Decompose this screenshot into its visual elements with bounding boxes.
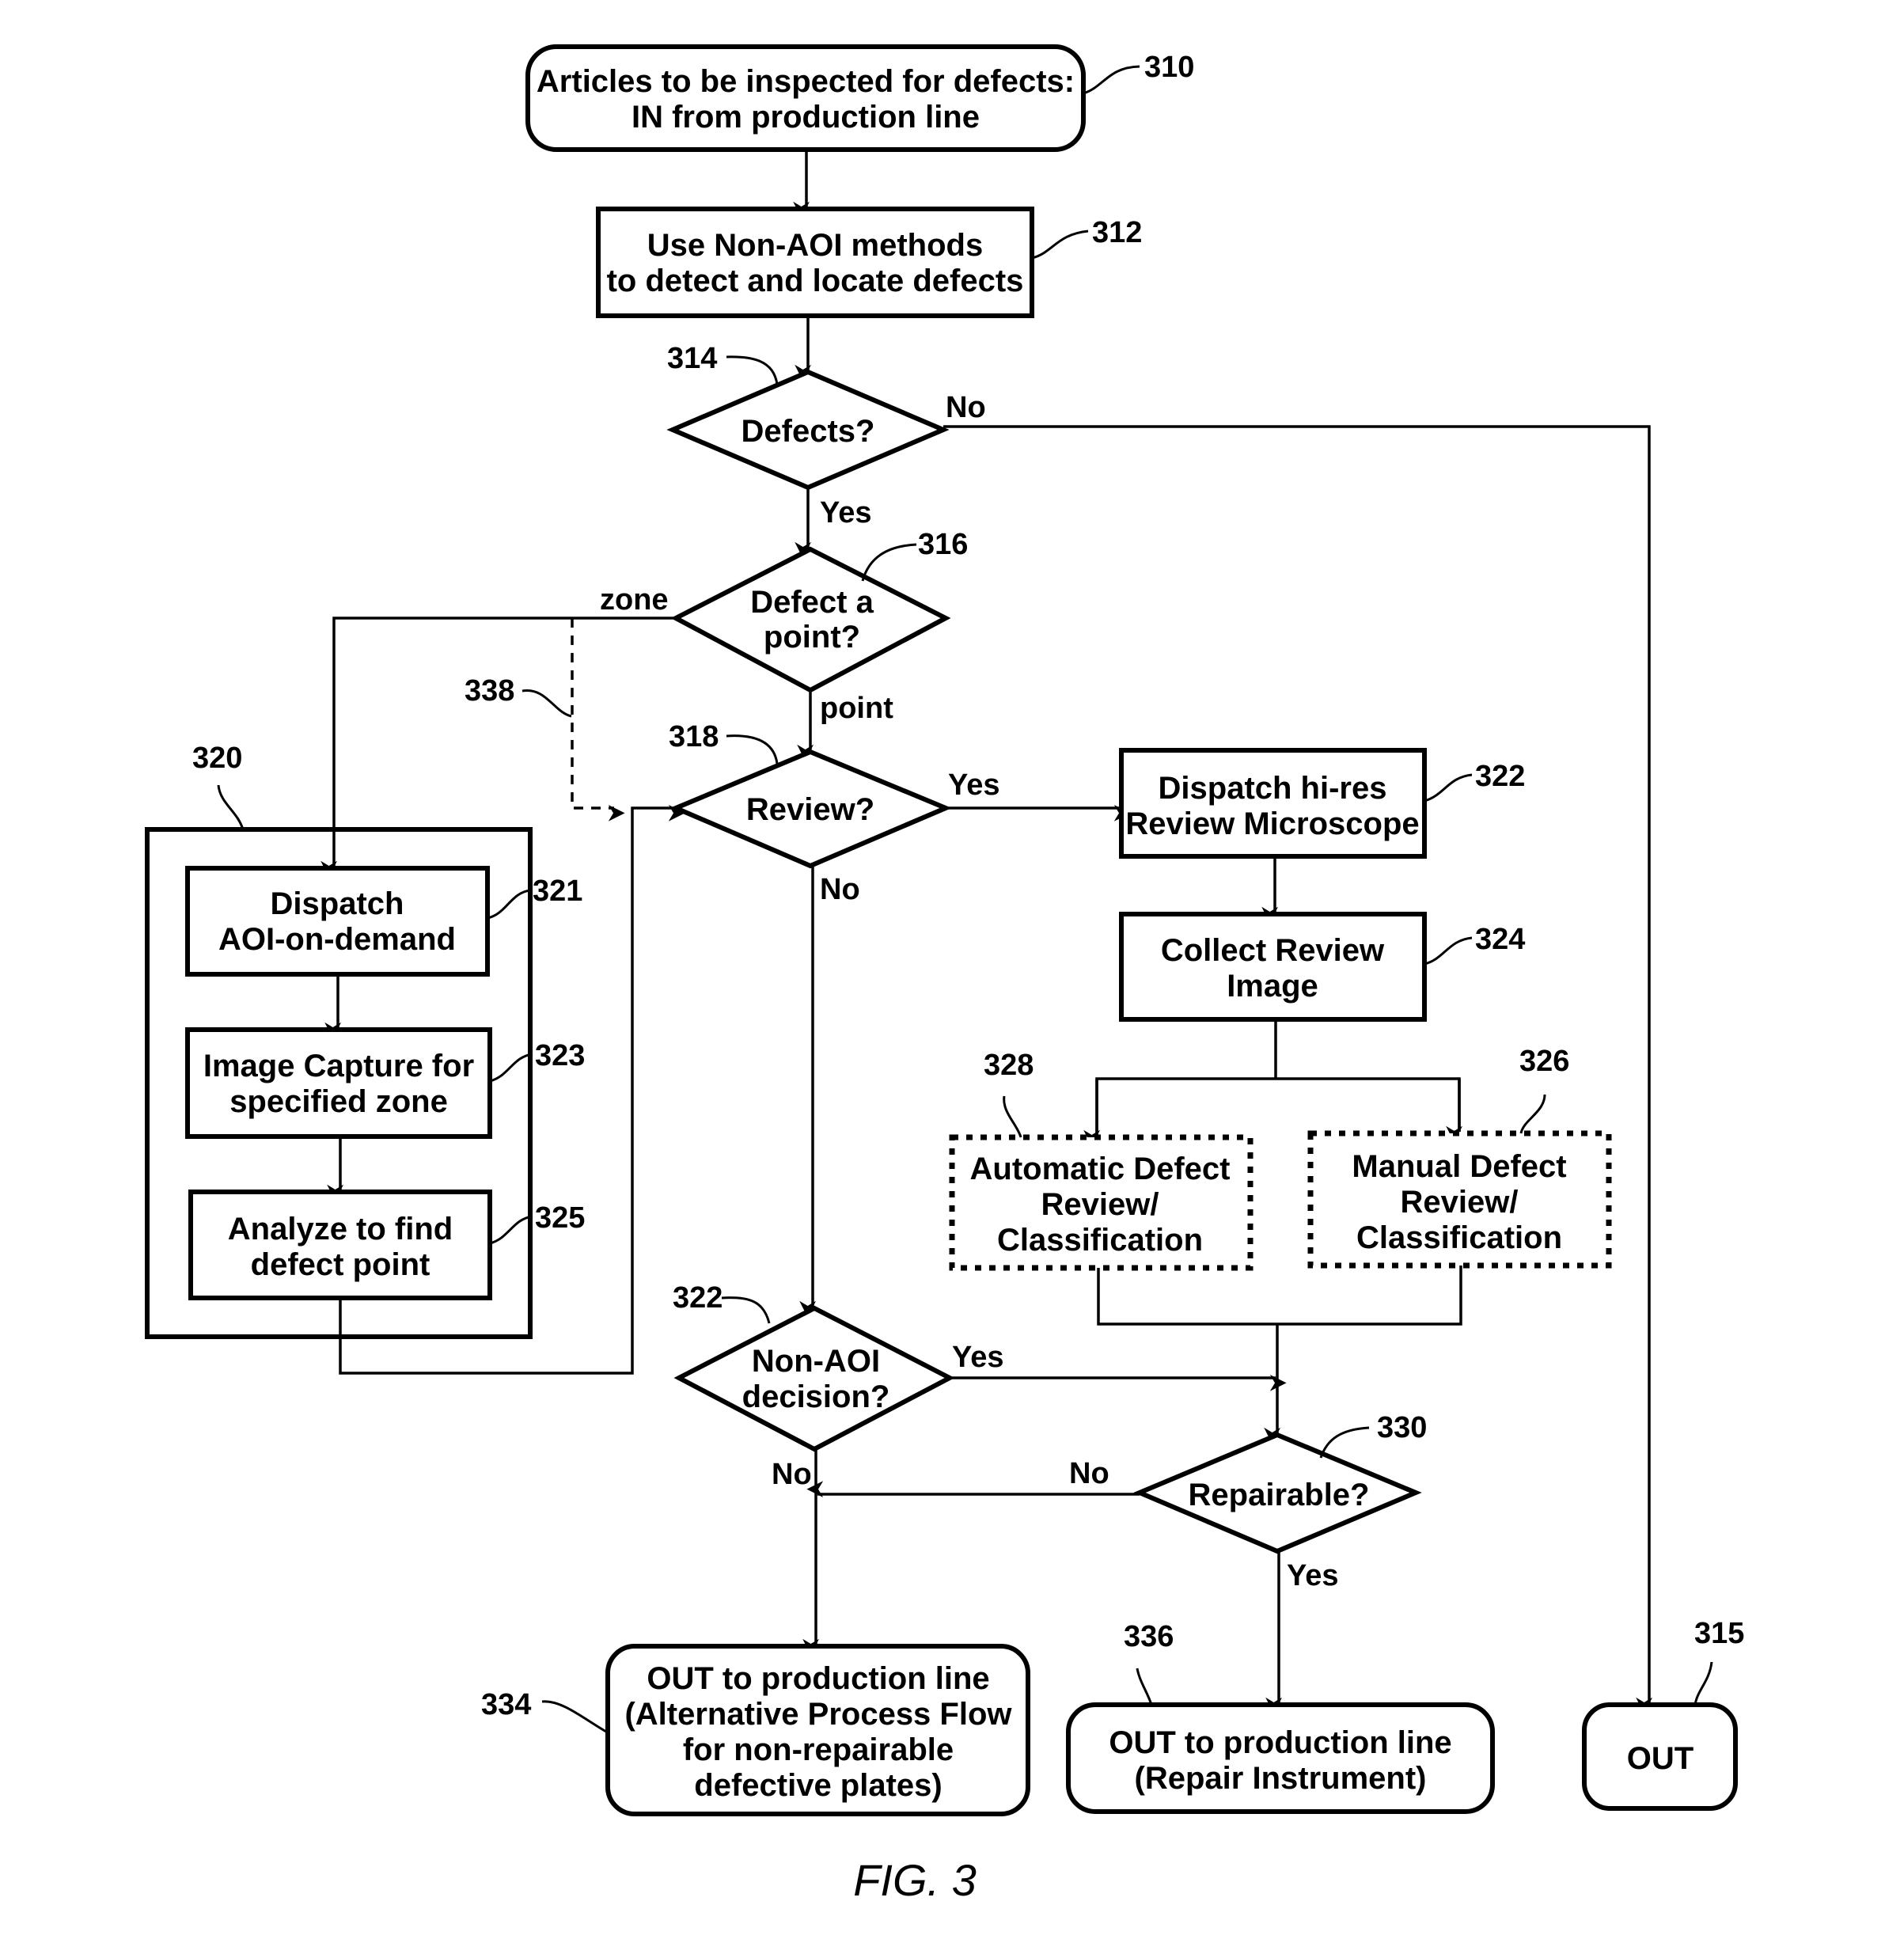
- node-321-dispatch-aoi: Dispatch AOI-on-demand: [185, 866, 490, 977]
- ref-325: 325: [535, 1201, 585, 1235]
- node-323-line-2: specified zone: [229, 1084, 448, 1119]
- label-defects-yes: Yes: [820, 496, 872, 529]
- label-review-no: No: [820, 873, 860, 906]
- node-310-line-1: Articles to be inspected for defects:: [537, 64, 1075, 99]
- node-315-line-1: OUT: [1627, 1741, 1693, 1776]
- node-321-line-1: Dispatch: [271, 886, 404, 921]
- figure-caption: FIG. 3: [853, 1855, 977, 1905]
- node-328-line-1: Automatic Defect: [970, 1152, 1231, 1186]
- node-334-line-2: (Alternative Process Flow: [624, 1697, 1012, 1732]
- node-325-analyze: Analyze to find defect point: [188, 1190, 492, 1300]
- label-nonaoi-no: No: [772, 1458, 812, 1491]
- ref-330: 330: [1377, 1411, 1427, 1444]
- node-323-image-capture: Image Capture for specified zone: [185, 1027, 492, 1139]
- node-324-line-2: Image: [1227, 969, 1318, 1004]
- node-328-line-2: Review/: [1041, 1187, 1159, 1222]
- node-322b-line-1: Non-AOI: [752, 1344, 880, 1379]
- label-point: point: [820, 692, 893, 725]
- ref-328: 328: [984, 1049, 1034, 1082]
- ref-323: 323: [535, 1039, 585, 1072]
- node-336-out-repair: OUT to production line (Repair Instrumen…: [1066, 1702, 1495, 1814]
- node-325-line-1: Analyze to find: [228, 1212, 453, 1247]
- node-318-review-decision: Review?: [669, 749, 952, 869]
- node-334-line-4: defective plates): [694, 1768, 942, 1803]
- ref-314: 314: [667, 342, 717, 375]
- edge-split-auto: [1095, 1077, 1461, 1136]
- node-326-line-2: Review/: [1401, 1185, 1519, 1220]
- node-316-line-1: Defect a: [750, 585, 874, 620]
- ref-316: 316: [918, 528, 968, 561]
- flowchart: Articles to be inspected for defects: IN…: [145, 44, 1744, 1905]
- node-321-line-2: AOI-on-demand: [218, 922, 456, 957]
- ref-326: 326: [1519, 1045, 1569, 1078]
- node-328-auto-review: Automatic Defect Review/ Classification: [949, 1134, 1254, 1271]
- node-336-line-2: (Repair Instrument): [1135, 1761, 1427, 1796]
- label-zone: zone: [600, 583, 669, 617]
- ref-322: 322: [1475, 760, 1525, 793]
- label-repairable-no: No: [1069, 1457, 1109, 1490]
- node-322-line-2: Review Microscope: [1125, 806, 1419, 841]
- node-328-line-3: Classification: [997, 1223, 1203, 1258]
- node-334-line-3: for non-repairable: [683, 1732, 954, 1767]
- node-312-line-1: Use Non-AOI methods: [647, 228, 983, 263]
- node-310-start: Articles to be inspected for defects: IN…: [525, 44, 1086, 152]
- ref-318: 318: [669, 720, 719, 753]
- node-324-line-1: Collect Review: [1161, 933, 1385, 968]
- node-324-collect-image: Collect Review Image: [1119, 912, 1427, 1022]
- node-322b-line-2: decision?: [742, 1379, 890, 1414]
- node-322-dispatch-microscope: Dispatch hi-res Review Microscope: [1119, 748, 1427, 859]
- ref-320: 320: [192, 742, 242, 775]
- node-318-line-1: Review?: [746, 792, 874, 827]
- node-315-out: OUT: [1582, 1702, 1738, 1811]
- ref-324: 324: [1475, 923, 1525, 956]
- node-326-manual-review: Manual Defect Review/ Classification: [1307, 1130, 1612, 1269]
- node-316-line-2: point?: [764, 620, 860, 655]
- ref-321: 321: [533, 875, 582, 908]
- node-314-line-1: Defects?: [741, 414, 875, 449]
- node-326-line-3: Classification: [1356, 1220, 1562, 1255]
- edge-reviews-merge: [1097, 1265, 1462, 1326]
- node-322-line-1: Dispatch hi-res: [1159, 771, 1387, 806]
- node-334-line-1: OUT to production line: [647, 1661, 989, 1696]
- node-330-line-1: Repairable?: [1189, 1478, 1370, 1512]
- node-322-non-aoi-decision: Non-AOI decision?: [673, 1305, 955, 1452]
- bypass-path-338: [571, 618, 625, 822]
- ref-315: 315: [1694, 1617, 1744, 1650]
- ref-310: 310: [1144, 51, 1194, 84]
- ref-336: 336: [1124, 1620, 1174, 1653]
- ref-338: 338: [465, 674, 514, 708]
- label-repairable-yes: Yes: [1287, 1559, 1339, 1592]
- node-323-line-1: Image Capture for: [203, 1049, 474, 1083]
- node-316-point-decision: Defect a point?: [670, 546, 951, 693]
- node-325-line-2: defect point: [251, 1247, 430, 1282]
- node-330-repairable-decision: Repairable?: [1133, 1432, 1422, 1554]
- node-312-non-aoi-methods: Use Non-AOI methods to detect and locate…: [596, 207, 1034, 318]
- ref-312: 312: [1092, 216, 1142, 249]
- node-336-line-1: OUT to production line: [1109, 1725, 1451, 1760]
- ref-334: 334: [481, 1688, 531, 1721]
- ref-322-decision: 322: [673, 1281, 723, 1315]
- node-326-line-1: Manual Defect: [1352, 1149, 1566, 1184]
- label-nonaoi-yes: Yes: [952, 1341, 1004, 1374]
- label-review-yes: Yes: [948, 768, 1000, 802]
- node-334-out-alternative: OUT to production line (Alternative Proc…: [605, 1644, 1030, 1816]
- node-314-defects-decision: Defects?: [666, 369, 950, 491]
- label-defects-no: No: [946, 391, 986, 424]
- node-312-line-2: to detect and locate defects: [607, 264, 1024, 298]
- node-310-line-2: IN from production line: [632, 100, 980, 135]
